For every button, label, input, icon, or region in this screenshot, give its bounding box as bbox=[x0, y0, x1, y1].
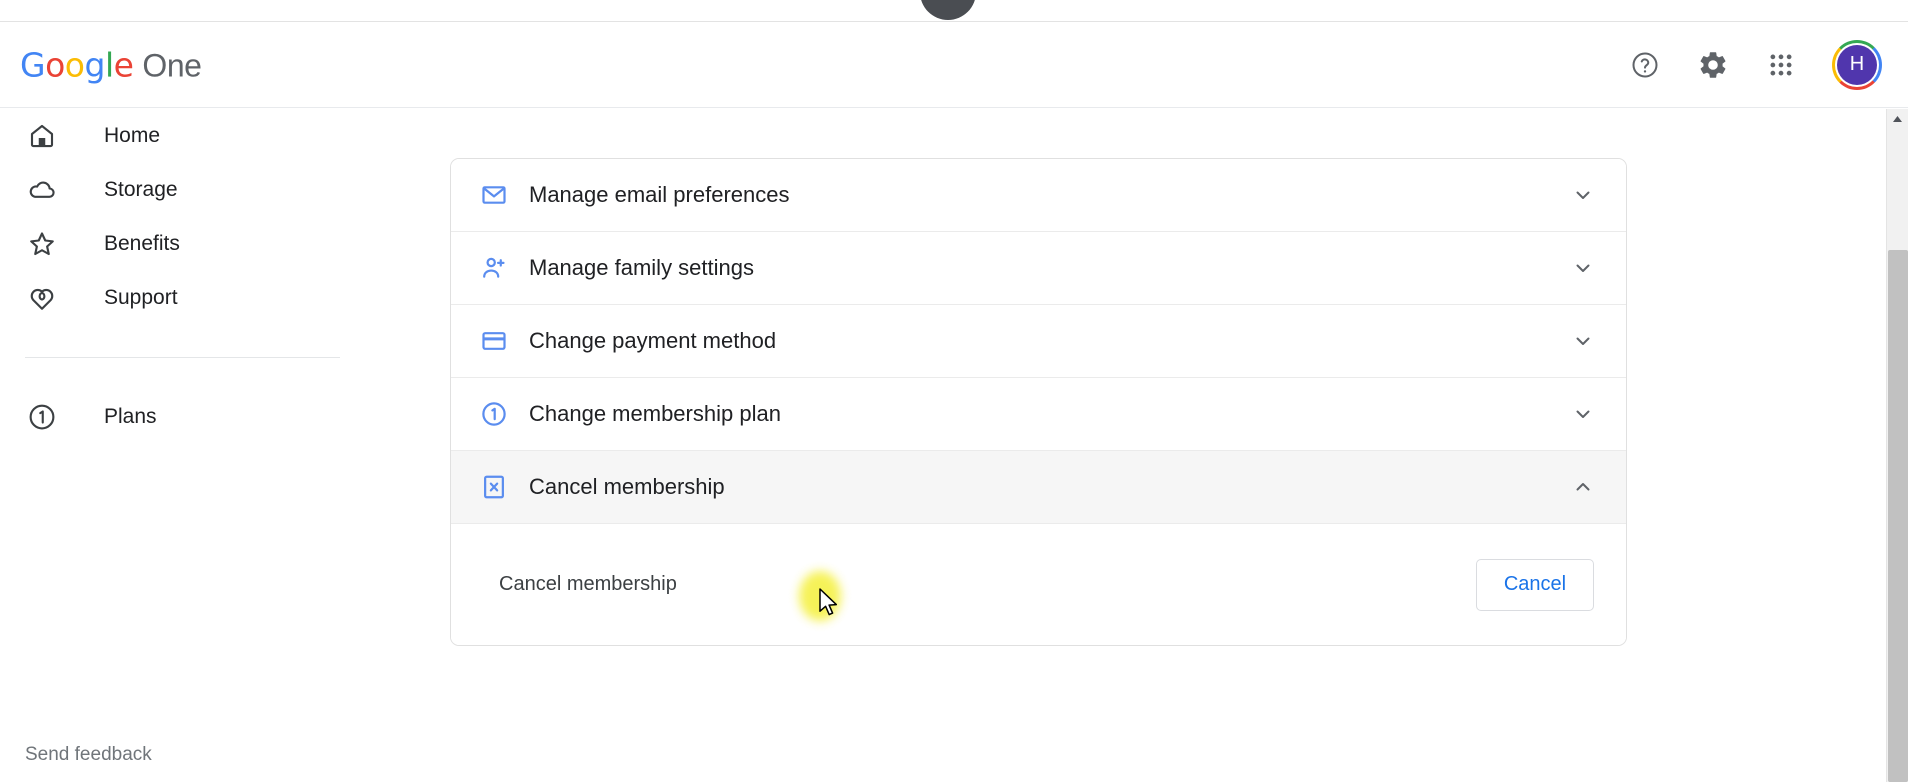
circled-one-icon bbox=[479, 399, 509, 429]
person-add-icon bbox=[479, 253, 509, 283]
sidebar-item-label: Support bbox=[104, 286, 178, 309]
app-header: Google One H bbox=[0, 22, 1908, 108]
accordion-row-label: Change membership plan bbox=[529, 401, 781, 426]
sidebar-item-support[interactable]: Support bbox=[0, 271, 450, 325]
chevron-down-icon[interactable] bbox=[1570, 255, 1596, 281]
cloud-icon bbox=[25, 173, 59, 207]
sidebar-item-label: Benefits bbox=[104, 232, 180, 255]
accordion-row-manage-family-settings[interactable]: Manage family settings bbox=[451, 232, 1626, 305]
accordion-row-label: Manage email preferences bbox=[529, 182, 790, 207]
left-sidebar: Home Storage Benefits Support Plans bbox=[0, 109, 450, 782]
home-icon bbox=[25, 119, 59, 153]
circled-one-icon bbox=[25, 400, 59, 434]
product-name: One bbox=[142, 47, 202, 83]
google-one-logo[interactable]: Google One bbox=[20, 45, 202, 84]
account-avatar-button[interactable]: H bbox=[1832, 39, 1882, 90]
apps-grid-icon bbox=[1766, 50, 1796, 80]
cancel-button[interactable]: Cancel bbox=[1476, 558, 1594, 611]
chevron-down-icon[interactable] bbox=[1570, 182, 1596, 208]
sidebar-item-label: Home bbox=[104, 124, 161, 147]
vertical-scrollbar[interactable] bbox=[1886, 109, 1908, 782]
star-icon bbox=[25, 227, 59, 261]
gear-icon bbox=[1697, 49, 1729, 81]
cancel-membership-panel: Cancel membership Cancel bbox=[451, 524, 1626, 645]
credit-card-icon bbox=[479, 326, 509, 356]
logo-letter-g1: G bbox=[20, 45, 46, 84]
help-button[interactable] bbox=[1628, 48, 1662, 82]
sidebar-item-benefits[interactable]: Benefits bbox=[0, 217, 450, 271]
accordion-row-label: Cancel membership bbox=[529, 474, 725, 499]
sidebar-item-storage[interactable]: Storage bbox=[0, 163, 450, 217]
tab-strip-indicator bbox=[920, 0, 976, 20]
avatar-initial: H bbox=[1837, 44, 1877, 85]
sidebar-divider bbox=[25, 357, 340, 358]
sidebar-item-home[interactable]: Home bbox=[0, 109, 450, 163]
browser-chrome-strip bbox=[0, 0, 1908, 22]
chevron-up-icon[interactable] bbox=[1570, 474, 1596, 500]
main-content: Manage email preferences Manage family s… bbox=[450, 109, 1870, 782]
accordion-row-change-membership-plan[interactable]: Change membership plan bbox=[451, 378, 1626, 451]
logo-letter-l: l bbox=[104, 45, 114, 84]
logo-letter-o2: o bbox=[64, 45, 85, 84]
send-feedback-link[interactable]: Send feedback bbox=[25, 744, 152, 766]
apps-button[interactable] bbox=[1764, 48, 1798, 82]
boxed-x-icon bbox=[479, 472, 509, 502]
membership-settings-card: Manage email preferences Manage family s… bbox=[450, 158, 1627, 646]
sidebar-item-plans[interactable]: Plans bbox=[0, 390, 450, 444]
scrollbar-thumb[interactable] bbox=[1888, 250, 1908, 782]
settings-button[interactable] bbox=[1696, 48, 1730, 82]
accordion-row-label: Manage family settings bbox=[529, 255, 754, 280]
help-circle-icon bbox=[1630, 50, 1660, 80]
accordion-row-label: Change payment method bbox=[529, 328, 777, 353]
cancel-membership-description: Cancel membership bbox=[499, 573, 677, 595]
sidebar-item-label: Storage bbox=[104, 178, 178, 201]
header-actions: H bbox=[1628, 39, 1882, 90]
avatar-inner: H bbox=[1835, 42, 1879, 87]
envelope-icon bbox=[479, 180, 509, 210]
chevron-down-icon[interactable] bbox=[1570, 328, 1596, 354]
chevron-down-icon[interactable] bbox=[1570, 401, 1596, 427]
accordion-row-cancel-membership[interactable]: Cancel membership bbox=[451, 451, 1626, 524]
accordion-row-change-payment-method[interactable]: Change payment method bbox=[451, 305, 1626, 378]
logo-letter-e: e bbox=[113, 45, 134, 84]
support-heart-pin-icon bbox=[25, 281, 59, 315]
logo-letter-o1: o bbox=[45, 45, 65, 84]
sidebar-item-label: Plans bbox=[104, 405, 157, 428]
scroll-up-arrow-icon[interactable] bbox=[1887, 109, 1908, 129]
google-wordmark: Google bbox=[20, 45, 134, 84]
accordion-row-manage-email-preferences[interactable]: Manage email preferences bbox=[451, 159, 1626, 232]
logo-letter-g2: g bbox=[84, 45, 105, 84]
